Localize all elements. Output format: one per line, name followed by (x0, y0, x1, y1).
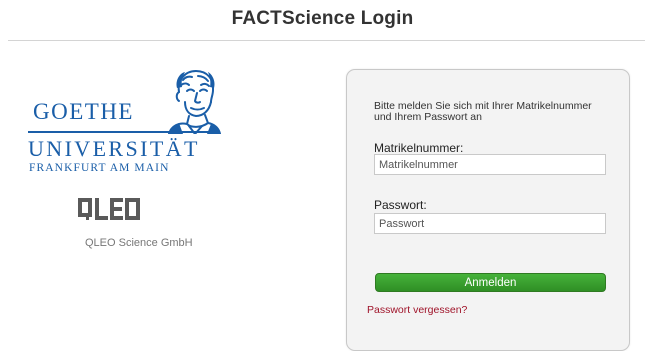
goethe-divider (28, 131, 218, 133)
goethe-wordmark: GOETHE (33, 99, 134, 124)
qleo-caption: QLEO Science GmbH (85, 237, 193, 249)
title-divider (8, 40, 645, 41)
username-label: Matrikelnummer: (374, 141, 464, 155)
username-input[interactable] (374, 154, 606, 175)
qleo-logo: QLEO Science GmbH (78, 198, 208, 258)
goethe-portrait-icon (168, 70, 221, 134)
login-intro-text: Bitte melden Sie sich mit Ihrer Matrikel… (374, 100, 592, 123)
login-button[interactable]: Anmelden (375, 273, 606, 292)
password-input[interactable] (374, 213, 606, 234)
goethe-university-logo: GOETHE UNIVERSITÄT FRANKFURT AM MAIN (28, 66, 228, 178)
goethe-city: FRANKFURT AM MAIN (29, 162, 170, 174)
goethe-university-word: UNIVERSITÄT (28, 136, 200, 161)
forgot-password-link[interactable]: Passwort vergessen? (367, 304, 467, 316)
login-panel: Bitte melden Sie sich mit Ihrer Matrikel… (346, 69, 630, 351)
page-title: FACTScience Login (231, 8, 414, 29)
qleo-wordmark (78, 198, 140, 220)
password-label: Passwort: (374, 198, 427, 212)
